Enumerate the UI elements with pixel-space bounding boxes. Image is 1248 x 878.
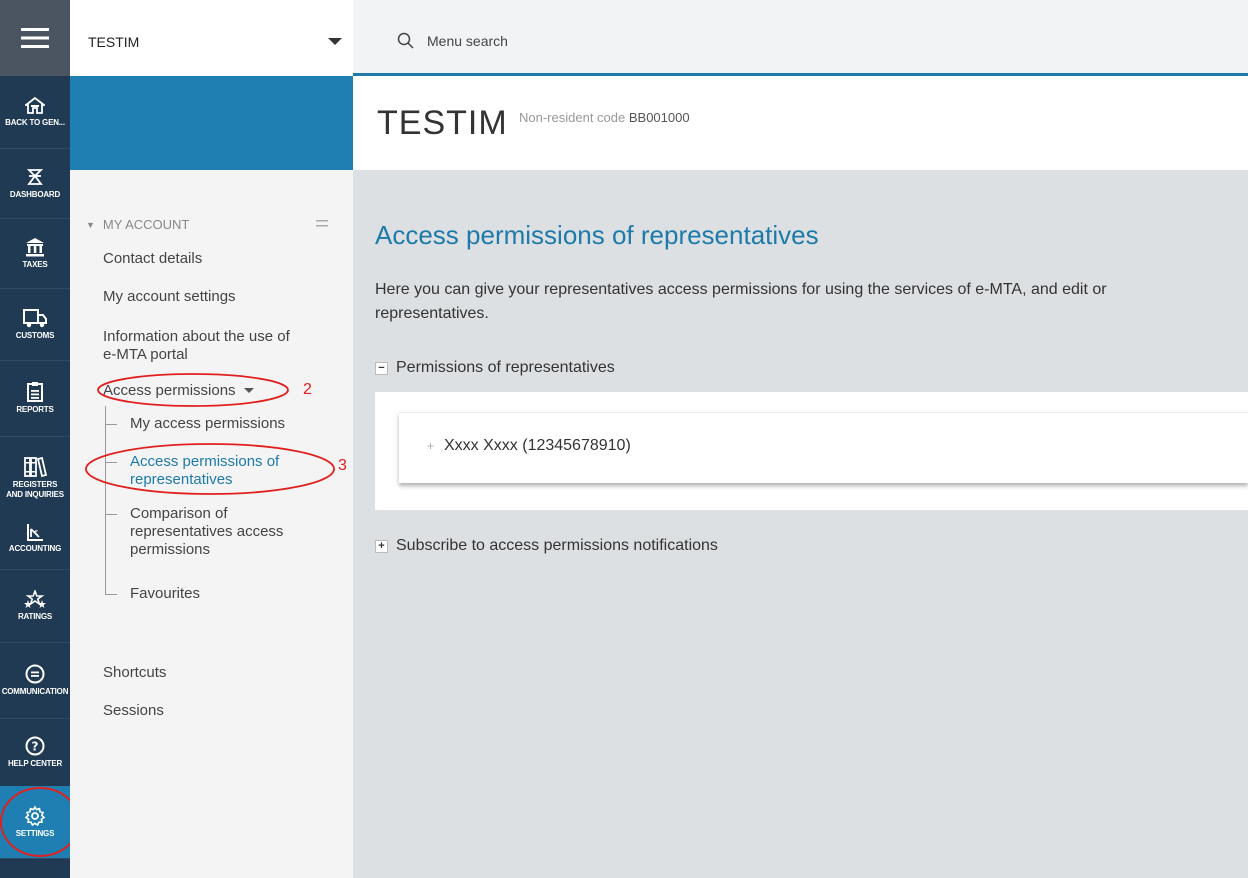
- entity-code: Non-resident code BB001000: [519, 110, 690, 125]
- page-description-line2: representatives.: [375, 305, 489, 322]
- entity-title: TESTIM: [377, 104, 508, 142]
- tree-branch: [105, 594, 117, 595]
- entity-code-value: BB001000: [628, 110, 690, 125]
- toggle-label: Subscribe to access permissions notifica…: [396, 537, 718, 554]
- report-icon: [27, 382, 43, 402]
- rail-label: REPORTS: [16, 405, 54, 414]
- sidebar: ▼ MY ACCOUNT Contact details My account …: [70, 170, 353, 878]
- nav-sessions[interactable]: Sessions: [103, 702, 164, 720]
- hamburger-menu-button[interactable]: [0, 0, 70, 76]
- nav-cmp-line3: permissions: [130, 541, 211, 558]
- rail-item-registers-and-inquiries[interactable]: REGISTERS AND INQUIRIES: [0, 436, 70, 518]
- dashboard-icon: [26, 169, 44, 185]
- menu-search-input[interactable]: [427, 30, 827, 52]
- nav-comparison-access-permissions[interactable]: Comparison of representatives access per…: [130, 505, 283, 559]
- organization-name: TESTIM: [88, 34, 140, 50]
- rail-label: BACK TO GEN...: [5, 118, 65, 127]
- tree-branch: [105, 514, 117, 515]
- rail-item-back-to-general[interactable]: BACK TO GEN...: [0, 76, 70, 149]
- rail-item-dashboard[interactable]: DASHBOARD: [0, 148, 70, 219]
- tree-branch: [105, 424, 117, 425]
- help-icon: ?: [25, 736, 45, 756]
- annotation-circle-access-permissions: [97, 373, 289, 407]
- rail-item-customs[interactable]: CUSTOMS: [0, 288, 70, 361]
- bank-icon: [26, 238, 44, 257]
- rail-label: HELP CENTER: [7, 759, 63, 768]
- collapse-menu-icon[interactable]: [316, 220, 328, 228]
- page-title: Access permissions of representatives: [375, 220, 819, 250]
- entity-code-label: Non-resident code: [519, 110, 626, 125]
- search-icon: [397, 32, 414, 49]
- truck-icon: [23, 309, 47, 328]
- rail-item-taxes[interactable]: TAXES: [0, 218, 70, 289]
- rail-label: ACCOUNTING: [8, 544, 62, 553]
- nav-favourites[interactable]: Favourites: [130, 585, 200, 603]
- section-title: MY ACCOUNT: [102, 217, 190, 232]
- home-icon: [25, 96, 45, 114]
- chevron-down-icon: [328, 38, 342, 45]
- subscribe-notifications-toggle[interactable]: + Subscribe to access permissions notifi…: [375, 537, 718, 555]
- menu-search-bar: [353, 0, 1248, 76]
- nav-information-line1: Information about the use of: [103, 328, 290, 345]
- entity-header: TESTIM Non-resident code BB001000: [353, 76, 1248, 170]
- svg-text:€: €: [34, 529, 38, 537]
- plus-icon: +: [375, 539, 388, 553]
- nav-contact-details[interactable]: Contact details: [103, 250, 202, 268]
- minus-icon: −: [375, 361, 388, 375]
- rail-item-ratings[interactable]: RATINGS: [0, 570, 70, 643]
- annotation-number-2: 2: [303, 381, 312, 398]
- rail-label: COMMUNICATION: [1, 687, 69, 696]
- main-content: Access permissions of representatives He…: [353, 170, 1248, 878]
- rail-label: REGISTERS AND INQUIRIES: [6, 480, 64, 499]
- stars-icon: [24, 590, 46, 608]
- accounting-icon: €: [27, 524, 43, 541]
- representative-name: Xxxx Xxxx (12345678910): [444, 437, 631, 454]
- nav-cmp-line2: representatives access: [130, 523, 284, 540]
- rail-label: TAXES: [22, 260, 48, 269]
- permissions-of-representatives-toggle[interactable]: − Permissions of representatives: [375, 359, 615, 377]
- rail-label: CUSTOMS: [15, 331, 55, 340]
- nav-information-e-mta[interactable]: Information about the use of e-MTA porta…: [103, 328, 290, 364]
- toggle-label: Permissions of representatives: [396, 359, 615, 376]
- my-account-section-toggle[interactable]: ▼ MY ACCOUNT: [86, 217, 189, 232]
- icon-rail: BACK TO GEN... DASHBOARD TAXES CUSTOMS R…: [0, 0, 80, 878]
- books-icon: [24, 456, 47, 478]
- rail-label: DASHBOARD: [9, 190, 61, 199]
- rail-item-reports[interactable]: REPORTS: [0, 360, 70, 437]
- svg-text:?: ?: [32, 740, 39, 754]
- annotation-circle-representatives: [85, 443, 335, 495]
- nav-my-access-permissions[interactable]: My access permissions: [130, 415, 285, 433]
- hamburger-icon: [21, 28, 49, 48]
- representative-row[interactable]: + Xxxx Xxxx (12345678910): [399, 412, 1248, 483]
- annotation-number-3: 3: [338, 457, 347, 474]
- chat-icon: [25, 664, 45, 684]
- caret-down-icon: ▼: [86, 219, 95, 230]
- organization-selector[interactable]: TESTIM: [70, 0, 353, 77]
- nav-my-account-settings[interactable]: My account settings: [103, 288, 236, 306]
- plus-icon: +: [427, 439, 435, 453]
- tree-line: [105, 406, 106, 594]
- nav-information-line2: e-MTA portal: [103, 346, 188, 363]
- rail-item-accounting[interactable]: € ACCOUNTING: [0, 518, 70, 570]
- rail-label: RATINGS: [17, 612, 52, 621]
- representatives-panel: + Xxxx Xxxx (12345678910): [375, 392, 1248, 510]
- nav-cmp-line1: Comparison of: [130, 505, 228, 522]
- sidebar-header-band: [70, 76, 353, 170]
- nav-shortcuts[interactable]: Shortcuts: [103, 664, 166, 682]
- rail-item-help-center[interactable]: ? HELP CENTER: [0, 718, 70, 787]
- rail-item-communication[interactable]: COMMUNICATION: [0, 642, 70, 719]
- page-description: Here you can give your representatives a…: [375, 278, 1248, 326]
- page-description-line1: Here you can give your representatives a…: [375, 281, 1107, 298]
